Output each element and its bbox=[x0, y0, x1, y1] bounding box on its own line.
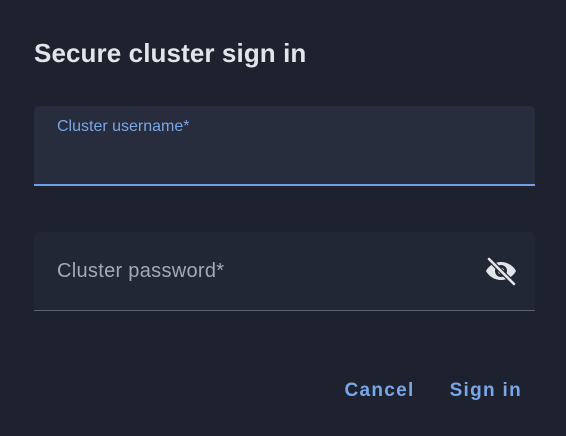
sign-in-button[interactable]: Sign in bbox=[440, 374, 532, 408]
cancel-button[interactable]: Cancel bbox=[334, 374, 424, 408]
username-input[interactable] bbox=[57, 144, 497, 170]
eye-off-icon[interactable] bbox=[484, 256, 518, 286]
dialog-actions: Cancel Sign in bbox=[334, 374, 532, 408]
username-field[interactable]: Cluster username* bbox=[34, 106, 535, 186]
dialog-title: Secure cluster sign in bbox=[34, 38, 307, 68]
sign-in-dialog: Secure cluster sign in Cluster username*… bbox=[0, 0, 566, 436]
password-field[interactable]: Cluster password* bbox=[34, 232, 535, 311]
username-label: Cluster username* bbox=[57, 118, 190, 135]
eye-off-icon-svg bbox=[486, 256, 517, 286]
password-label: Cluster password* bbox=[57, 260, 225, 282]
